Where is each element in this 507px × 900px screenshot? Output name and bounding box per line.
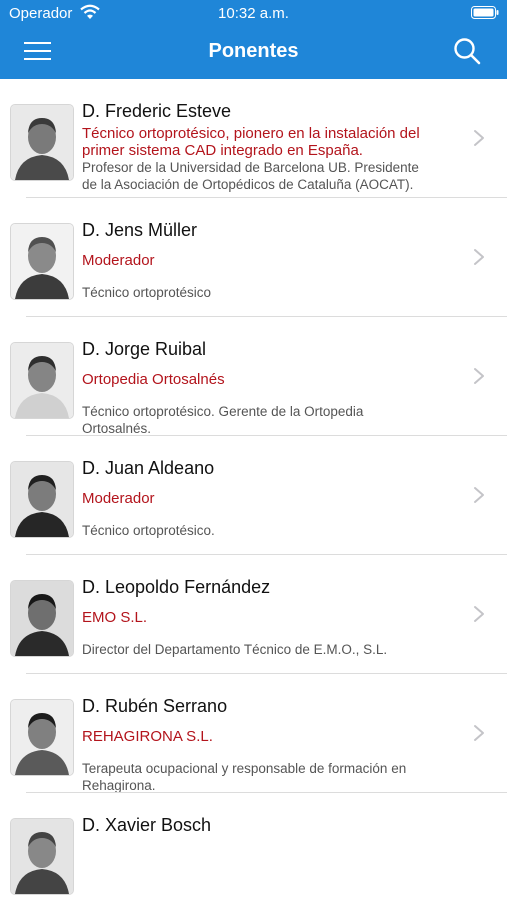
speaker-description: Técnico ortoprotésico. Gerente de la Ort…	[82, 404, 364, 419]
speaker-role: Técnico ortoprotésico, pionero en la ins…	[82, 125, 420, 142]
avatar	[10, 818, 74, 895]
speaker-description: Profesor de la Universidad de Barcelona …	[82, 160, 419, 175]
avatar	[10, 461, 74, 538]
page-title: Ponentes	[208, 40, 299, 62]
speaker-role: primer sistema CAD integrado en España.	[82, 142, 363, 159]
avatar	[10, 342, 74, 419]
chevron-right-icon	[474, 725, 484, 741]
chevron-right-icon	[474, 606, 484, 622]
speaker-role: Moderador	[82, 490, 155, 507]
speaker-name: D. Leopoldo Fernández	[82, 577, 271, 597]
speaker-photo	[11, 343, 73, 418]
chevron-right-icon	[474, 249, 484, 265]
speaker-role: EMO S.L.	[82, 609, 148, 626]
speaker-list: D. Frederic Esteve Técnico ortoprotésico,…	[0, 79, 507, 900]
speaker-description: Director del Departamento Técnico de E.M…	[82, 642, 388, 657]
speaker-row[interactable]: D. Rubén Serrano REHAGIRONA S.L. Terapeuta…	[0, 674, 507, 793]
speaker-name: D. Juan Aldeano	[82, 458, 215, 478]
speaker-name: D. Jens Müller	[82, 220, 198, 240]
chevron-right-icon	[474, 487, 484, 503]
speaker-photo	[11, 581, 73, 656]
speaker-row[interactable]: D. Frederic Esteve Técnico ortoprotésico,…	[0, 79, 507, 198]
avatar	[10, 104, 74, 181]
speaker-description: Técnico ortoprotésico	[82, 285, 212, 300]
speaker-photo	[11, 105, 73, 180]
speaker-photo	[11, 224, 73, 299]
speaker-role: Moderador	[82, 252, 155, 269]
speaker-row[interactable]: D. Leopoldo Fernández EMO S.L. Director de…	[0, 555, 507, 674]
speaker-row[interactable]: D. Jorge Ruibal Ortopedia Ortosalnés Técni…	[0, 317, 507, 436]
chevron-right-icon	[474, 368, 484, 384]
speaker-row[interactable]: D. Jens Müller Moderador Técnico ortoproté…	[0, 198, 507, 317]
speaker-name: D. Xavier Bosch	[82, 815, 212, 835]
speaker-name: D. Frederic Esteve	[82, 101, 232, 121]
battery-icon	[471, 6, 499, 19]
speaker-description: Terapeuta ocupacional y responsable de f…	[82, 761, 407, 776]
speaker-name: D. Rubén Serrano	[82, 696, 228, 716]
speaker-description: Técnico ortoprotésico.	[82, 523, 215, 538]
speaker-row[interactable]: D. Juan Aldeano Moderador Técnico ortoprot…	[0, 436, 507, 555]
speaker-photo	[11, 462, 73, 537]
app-header: Operador 10:32 a.m. Ponentes	[0, 0, 507, 79]
status-bar: Operador 10:32 a.m.	[0, 0, 507, 28]
search-icon[interactable]	[453, 37, 481, 65]
speaker-role: REHAGIRONA S.L.	[82, 728, 213, 745]
nav-bar: Ponentes	[0, 28, 507, 79]
avatar	[10, 223, 74, 300]
avatar	[10, 580, 74, 657]
chevron-right-icon	[474, 130, 484, 146]
speaker-photo	[11, 819, 73, 894]
speaker-name: D. Jorge Ruibal	[82, 339, 207, 359]
speaker-photo	[11, 700, 73, 775]
speaker-row[interactable]: D. Xavier Bosch	[0, 793, 507, 900]
avatar	[10, 699, 74, 776]
speaker-description: de la Asociación de Ortopédicos de Catal…	[82, 177, 414, 192]
status-time: 10:32 a.m.	[218, 5, 289, 22]
speaker-role: Ortopedia Ortosalnés	[82, 371, 225, 388]
